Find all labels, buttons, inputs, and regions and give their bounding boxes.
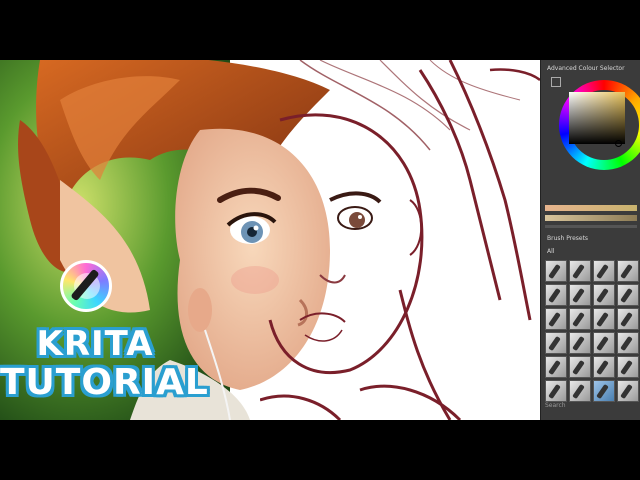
paintbrush-icon [70,268,100,302]
brush-preset-icon[interactable] [593,284,615,306]
letterbox-top [0,0,640,60]
brush-preset-icon[interactable] [617,380,639,402]
docker-divider [545,225,637,228]
brush-preset-icon[interactable] [545,356,567,378]
brush-preset-icon[interactable] [569,332,591,354]
letterbox-bottom [0,420,640,480]
brush-presets-tag-selector[interactable]: All [547,248,554,255]
brush-preset-icon[interactable] [545,284,567,306]
brush-preset-icon[interactable] [593,308,615,330]
color-history-strip[interactable] [545,205,637,211]
brush-preset-icon[interactable] [617,356,639,378]
color-selector-title: Advanced Colour Selector [547,65,625,72]
brush-preset-icon[interactable] [617,260,639,282]
brush-preset-icon[interactable] [545,380,567,402]
brush-preset-search-input[interactable]: Search [545,402,605,412]
brush-preset-icon[interactable] [617,284,639,306]
brush-preset-icon[interactable] [617,332,639,354]
color-picker-cursor-icon[interactable] [615,140,622,147]
brush-preset-icon[interactable] [593,356,615,378]
brush-preset-selected-icon[interactable] [593,380,615,402]
thumbnail-title-line1: KRITA [36,324,154,364]
brush-preset-icon[interactable] [617,308,639,330]
brush-preset-icon[interactable] [569,308,591,330]
brush-preset-icon[interactable] [593,260,615,282]
krita-docker-panel[interactable]: Advanced Colour Selector Brush Presets A… [540,60,640,420]
brush-preset-icon[interactable] [569,284,591,306]
color-square[interactable] [569,92,625,147]
color-selector-settings-icon[interactable] [551,77,561,87]
brush-preset-icon[interactable] [545,260,567,282]
krita-logo-icon [60,260,112,312]
brush-preset-icon[interactable] [569,356,591,378]
brush-preset-icon[interactable] [545,332,567,354]
brush-presets-title: Brush Presets [547,235,589,242]
brush-preset-icon[interactable] [569,260,591,282]
brush-preset-icon[interactable] [569,380,591,402]
brush-preset-icon[interactable] [593,332,615,354]
brush-preset-grid [545,260,640,402]
color-patches-strip[interactable] [545,215,637,221]
brush-preset-icon[interactable] [545,308,567,330]
sketch-canvas[interactable] [259,60,541,420]
thumbnail-title-line2: TUTORIAL [0,362,209,403]
video-frame: Advanced Colour Selector Brush Presets A… [0,60,640,420]
